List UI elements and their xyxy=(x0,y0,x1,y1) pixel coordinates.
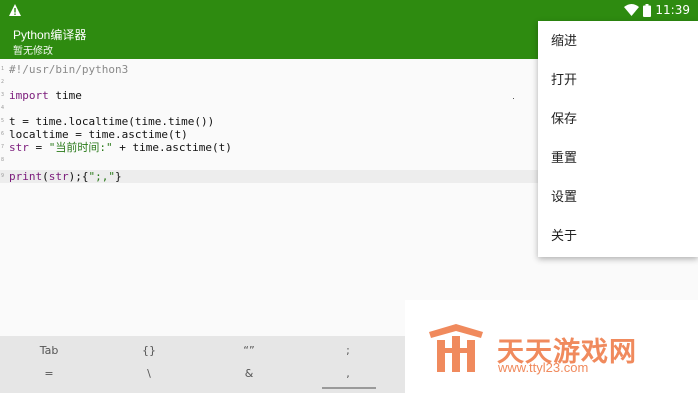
key-tab[interactable]: Tab xyxy=(19,344,79,357)
code-text[interactable]: #!/usr/bin/python3 xyxy=(9,63,128,76)
key-indicator xyxy=(322,387,376,389)
line-number: 4 xyxy=(1,105,5,111)
battery-icon xyxy=(643,3,652,17)
code-text[interactable]: t = time.localtime(time.time()) xyxy=(9,115,214,128)
menu-item-indent[interactable]: 缩进 xyxy=(538,22,698,61)
key-equals[interactable]: = xyxy=(19,367,79,380)
menu-item-open[interactable]: 打开 xyxy=(538,61,698,100)
line-number: 2 xyxy=(1,79,5,85)
key-backslash[interactable]: \ xyxy=(119,367,179,380)
code-text[interactable]: import time xyxy=(9,89,82,102)
key-ampersand[interactable]: & xyxy=(219,367,279,380)
status-bar: 11:39 xyxy=(0,0,698,20)
cursor-dot xyxy=(513,98,514,99)
menu-item-about[interactable]: 关于 xyxy=(538,217,698,256)
wifi-icon xyxy=(624,4,640,16)
watermark: 天天游戏网 www.ttyl23.com xyxy=(405,300,698,393)
line-number: 9 xyxy=(1,173,5,179)
watermark-logo-icon xyxy=(425,322,487,378)
symbol-bar: Tab {} “” ; = \ & , xyxy=(0,336,405,393)
key-semicolon[interactable]: ; xyxy=(318,344,378,357)
code-text[interactable]: str = "当前时间:" + time.asctime(t) xyxy=(9,141,232,154)
key-comma[interactable]: , xyxy=(318,367,378,380)
code-text[interactable]: localtime = time.asctime(t) xyxy=(9,128,188,141)
code-text[interactable]: print(str);{";,"} xyxy=(9,170,122,183)
warning-icon xyxy=(8,3,22,17)
line-number: 7 xyxy=(1,144,5,150)
menu-item-save[interactable]: 保存 xyxy=(538,100,698,139)
clock: 11:39 xyxy=(655,3,690,17)
watermark-url: www.ttyl23.com xyxy=(498,360,589,375)
app-title: Python编译器 xyxy=(13,28,87,42)
line-number: 8 xyxy=(1,157,5,163)
menu-item-settings[interactable]: 设置 xyxy=(538,178,698,217)
overflow-menu: 缩进 打开 保存 重置 设置 关于 xyxy=(538,21,698,257)
line-number: 3 xyxy=(1,92,5,98)
menu-item-reset[interactable]: 重置 xyxy=(538,139,698,178)
line-number: 5 xyxy=(1,118,5,124)
key-braces[interactable]: {} xyxy=(119,344,179,357)
line-number: 6 xyxy=(1,131,5,137)
line-number: 1 xyxy=(1,66,5,72)
key-quotes[interactable]: “” xyxy=(219,344,279,357)
app-subtitle: 暂无修改 xyxy=(13,46,53,57)
